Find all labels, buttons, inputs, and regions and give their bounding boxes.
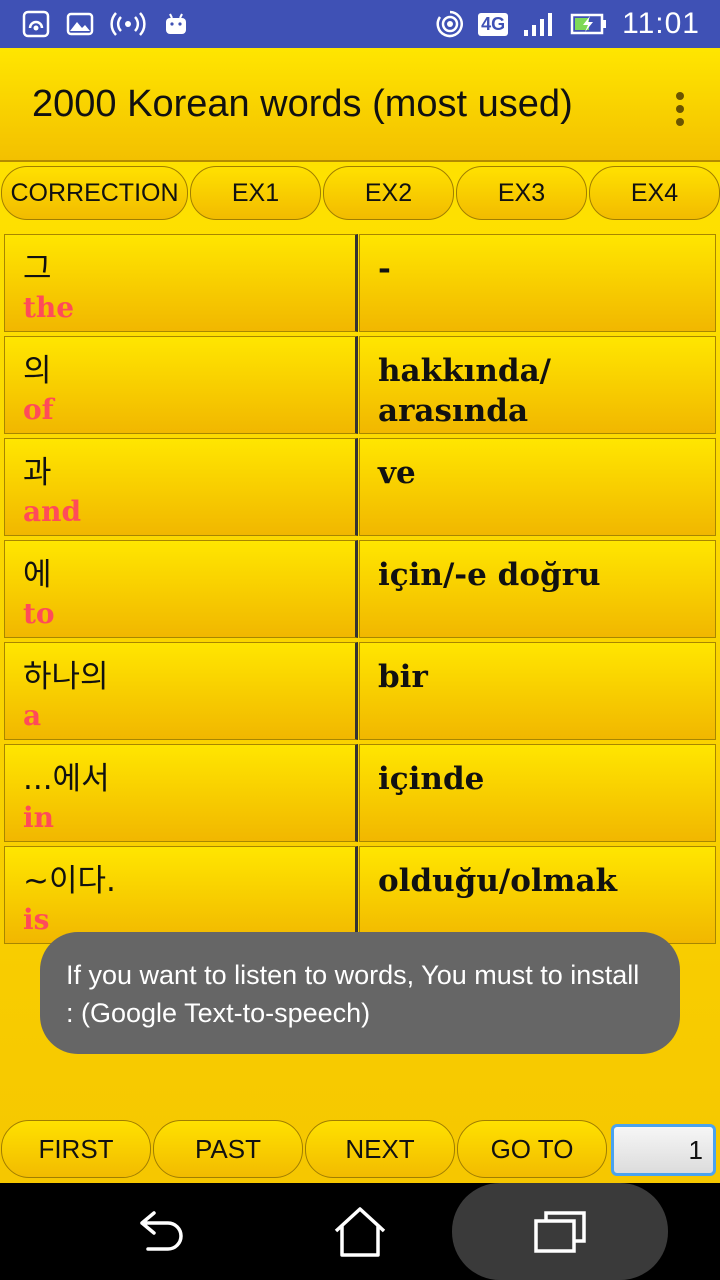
tab-ex3[interactable]: EX3 (456, 166, 587, 220)
cast-icon (436, 10, 464, 38)
first-button[interactable]: FIRST (1, 1120, 151, 1178)
translation-text: bir (378, 659, 428, 695)
status-bar: 4G 11:01 (0, 0, 720, 48)
table-row[interactable]: 의 of hakkında/ arasında (4, 336, 716, 436)
network-4g-icon: 4G (478, 12, 509, 36)
more-vert-icon[interactable] (676, 92, 686, 126)
word-cell[interactable]: ...에서 in (4, 744, 358, 842)
translation-text: için/-e doğru (378, 557, 601, 593)
english-word: is (23, 903, 50, 936)
wifi-hotspot-icon (22, 10, 50, 38)
english-word: the (23, 291, 75, 324)
table-row[interactable]: 에 to için/-e doğru (4, 540, 716, 640)
table-row[interactable]: ~이다. is olduğu/olmak (4, 846, 716, 946)
table-row[interactable]: 그 the - (4, 234, 716, 334)
recent-apps-icon (534, 1210, 586, 1253)
status-time: 11:01 (622, 7, 700, 40)
english-word: and (23, 495, 82, 528)
status-bar-right: 4G 11:01 (436, 0, 700, 48)
recent-apps-button[interactable] (452, 1183, 668, 1280)
korean-word: 하나의 (23, 659, 109, 695)
table-row[interactable]: 하나의 a bir (4, 642, 716, 742)
back-button[interactable] (110, 1183, 210, 1280)
english-word: to (23, 597, 55, 630)
app-bar: 2000 Korean words (most used) (0, 48, 720, 162)
english-word: of (23, 393, 54, 426)
translation-cell[interactable]: bir (359, 642, 716, 740)
table-row[interactable]: 과 and ve (4, 438, 716, 538)
translation-text: olduğu/olmak (378, 863, 618, 899)
korean-word: 그 (23, 251, 52, 287)
word-cell[interactable]: 과 and (4, 438, 358, 536)
translation-cell[interactable]: ve (359, 438, 716, 536)
word-cell[interactable]: ~이다. is (4, 846, 358, 944)
system-nav-bar (0, 1183, 720, 1280)
table-row[interactable]: ...에서 in içinde (4, 744, 716, 844)
word-cell[interactable]: 의 of (4, 336, 358, 434)
tts-toast: If you want to listen to words, You must… (40, 932, 680, 1054)
translation-cell[interactable]: hakkında/ arasında (359, 336, 716, 434)
home-button[interactable] (310, 1183, 410, 1280)
tab-ex2[interactable]: EX2 (323, 166, 454, 220)
battery-charging-icon (570, 13, 607, 35)
translation-cell[interactable]: için/-e doğru (359, 540, 716, 638)
korean-word: 의 (23, 353, 52, 389)
exercise-tabs: CORRECTION EX1 EX2 EX3 EX4 (0, 166, 720, 222)
next-button[interactable]: NEXT (305, 1120, 455, 1178)
korean-word: ~이다. (23, 863, 116, 899)
english-word: a (23, 699, 42, 732)
app-title: 2000 Korean words (most used) (32, 82, 573, 125)
home-icon (334, 1206, 386, 1257)
signal-icon (524, 13, 553, 36)
tab-ex1[interactable]: EX1 (190, 166, 321, 220)
tab-ex4[interactable]: EX4 (589, 166, 720, 220)
page-number-input[interactable]: 1 (611, 1124, 716, 1176)
korean-word: 에 (23, 557, 52, 593)
translation-text: - (378, 251, 391, 287)
translation-cell[interactable]: içinde (359, 744, 716, 842)
korean-word: 과 (23, 455, 52, 491)
word-cell[interactable]: 에 to (4, 540, 358, 638)
translation-cell[interactable]: olduğu/olmak (359, 846, 716, 944)
translation-text: içinde (378, 761, 485, 797)
image-notification-icon (66, 12, 94, 36)
back-icon (140, 1210, 183, 1251)
translation-text: hakkında/ arasında (378, 353, 551, 429)
tab-correction[interactable]: CORRECTION (1, 166, 188, 220)
past-button[interactable]: PAST (153, 1120, 303, 1178)
translation-text: ve (378, 455, 416, 491)
english-word: in (23, 801, 54, 834)
status-bar-left (22, 0, 190, 48)
goto-button[interactable]: GO TO (457, 1120, 607, 1178)
korean-word: ...에서 (23, 761, 110, 797)
android-icon (166, 13, 186, 34)
broadcast-icon (110, 12, 146, 36)
translation-cell[interactable]: - (359, 234, 716, 332)
word-cell[interactable]: 하나의 a (4, 642, 358, 740)
word-cell[interactable]: 그 the (4, 234, 358, 332)
